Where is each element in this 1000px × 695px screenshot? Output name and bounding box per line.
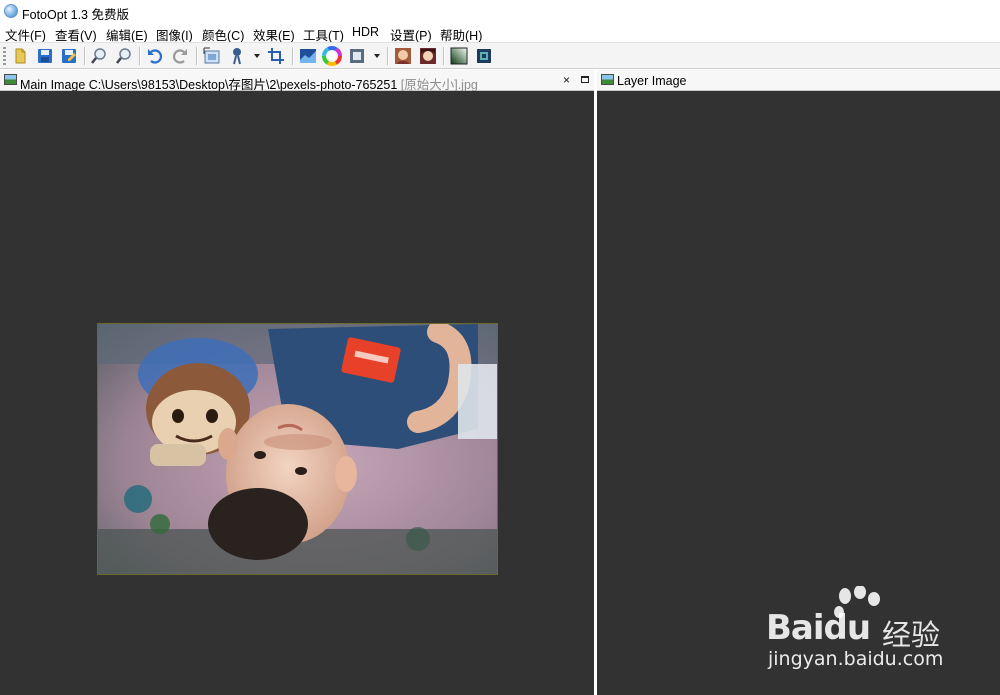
main-image-path: Main Image C:\Users\98153\Desktop\存图片\2\…: [20, 78, 398, 92]
restore-pane-icon[interactable]: [581, 76, 589, 83]
effects-brush-icon[interactable]: [227, 46, 247, 66]
close-pane-button[interactable]: ×: [563, 74, 570, 86]
toolbar-separator: [139, 47, 140, 65]
menu-bar: 文件(F) 查看(V) 编辑(E) 图像(I) 颜色(C) 效果(E) 工具(T…: [0, 22, 1000, 43]
zoom-out-icon[interactable]: [114, 46, 134, 66]
frame-icon[interactable]: [347, 46, 367, 66]
toolbar-separator: [443, 47, 444, 65]
watermark-brand: Baidu: [766, 608, 871, 648]
layer-image-title: Layer Image: [617, 74, 687, 88]
save-as-icon[interactable]: [59, 46, 79, 66]
image-icon: [4, 74, 17, 85]
redo-icon[interactable]: [170, 46, 190, 66]
window-title: FotoOpt 1.3 免费版: [22, 8, 129, 22]
title-bar: FotoOpt 1.3 免费版: [0, 0, 1000, 22]
toolbar: [0, 42, 1000, 69]
main-image-size-tag: [原始大小].jpg: [397, 78, 478, 92]
hdr-icon[interactable]: [474, 46, 494, 66]
toolbar-grip[interactable]: [3, 47, 6, 65]
menu-hdr[interactable]: HDR: [352, 25, 379, 39]
baidu-watermark: Baidu 经验 jingyan.baidu.com: [766, 586, 986, 676]
effects-dropdown-arrow[interactable]: [254, 54, 260, 58]
color-wheel-icon[interactable]: [322, 46, 342, 66]
toolbar-separator: [387, 47, 388, 65]
portrait-icon[interactable]: [393, 46, 413, 66]
toolbar-separator: [292, 47, 293, 65]
undo-icon[interactable]: [145, 46, 165, 66]
layer-image-pane-header: Layer Image: [597, 70, 1000, 91]
zoom-in-icon[interactable]: [89, 46, 109, 66]
main-image-photo[interactable]: [97, 323, 498, 575]
crop-icon[interactable]: [266, 46, 286, 66]
toolbar-separator: [84, 47, 85, 65]
levels-icon[interactable]: [298, 46, 318, 66]
fotoopt-logo-icon: [4, 4, 18, 18]
save-icon[interactable]: [35, 46, 55, 66]
frame-dropdown-arrow[interactable]: [374, 54, 380, 58]
beauty-icon[interactable]: [418, 46, 438, 66]
watermark-url: jingyan.baidu.com: [768, 648, 944, 670]
main-image-pane-header: Main Image C:\Users\98153\Desktop\存图片\2\…: [0, 70, 594, 92]
resize-icon[interactable]: [202, 46, 222, 66]
open-icon[interactable]: [10, 46, 30, 66]
image-icon: [601, 74, 614, 85]
toolbar-separator: [196, 47, 197, 65]
photo-content: [98, 324, 497, 574]
gradient-icon[interactable]: [449, 46, 469, 66]
